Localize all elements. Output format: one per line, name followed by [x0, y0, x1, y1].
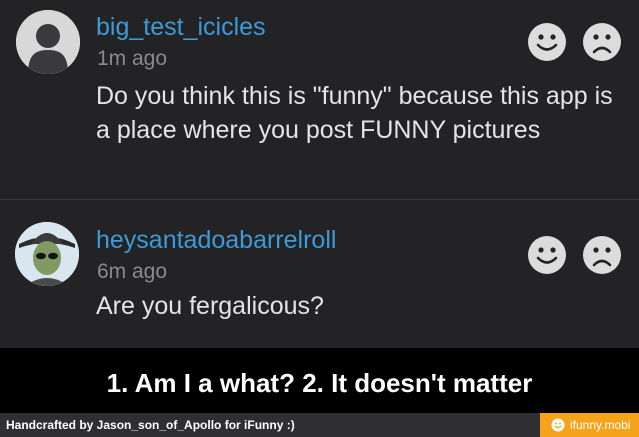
smile-button[interactable] [527, 22, 567, 62]
comment-text: Are you fergalicous? [96, 292, 324, 320]
avatar[interactable] [16, 10, 80, 74]
username-link[interactable]: heysantadoabarrelroll [96, 225, 336, 255]
credit-text: Handcrafted by Jason_son_of_Apollo for i… [6, 418, 295, 432]
default-user-icon [16, 10, 80, 74]
smiley-face-icon [528, 23, 566, 61]
frowning-face-icon [583, 23, 621, 61]
frowning-face-icon [583, 236, 621, 274]
timestamp: 1m ago [97, 47, 168, 70]
avatar[interactable] [15, 222, 79, 286]
caption-bar: 1. Am I a what? 2. It doesn't matter [0, 348, 639, 413]
smile-button[interactable] [527, 235, 567, 275]
smiley-icon [551, 418, 565, 432]
smiley-face-icon [528, 236, 566, 274]
timestamp: 6m ago [97, 260, 168, 283]
footer: Handcrafted by Jason_son_of_Apollo for i… [0, 413, 639, 437]
frown-button[interactable] [582, 22, 622, 62]
brand-badge[interactable]: ifunny.mobi [540, 413, 639, 437]
username-link[interactable]: big_test_icicles [96, 12, 266, 42]
alien-photo-avatar [15, 222, 79, 286]
brand-label: ifunny.mobi [570, 418, 631, 432]
comment-item: big_test_icicles 1m ago Do you think thi… [0, 0, 639, 199]
frown-button[interactable] [582, 235, 622, 275]
comment-item: heysantadoabarrelroll 6m ago Are you fer… [0, 200, 639, 348]
comment-text: Do you think this is "funny" because thi… [96, 82, 613, 144]
caption-text: 1. Am I a what? 2. It doesn't matter [106, 368, 533, 398]
